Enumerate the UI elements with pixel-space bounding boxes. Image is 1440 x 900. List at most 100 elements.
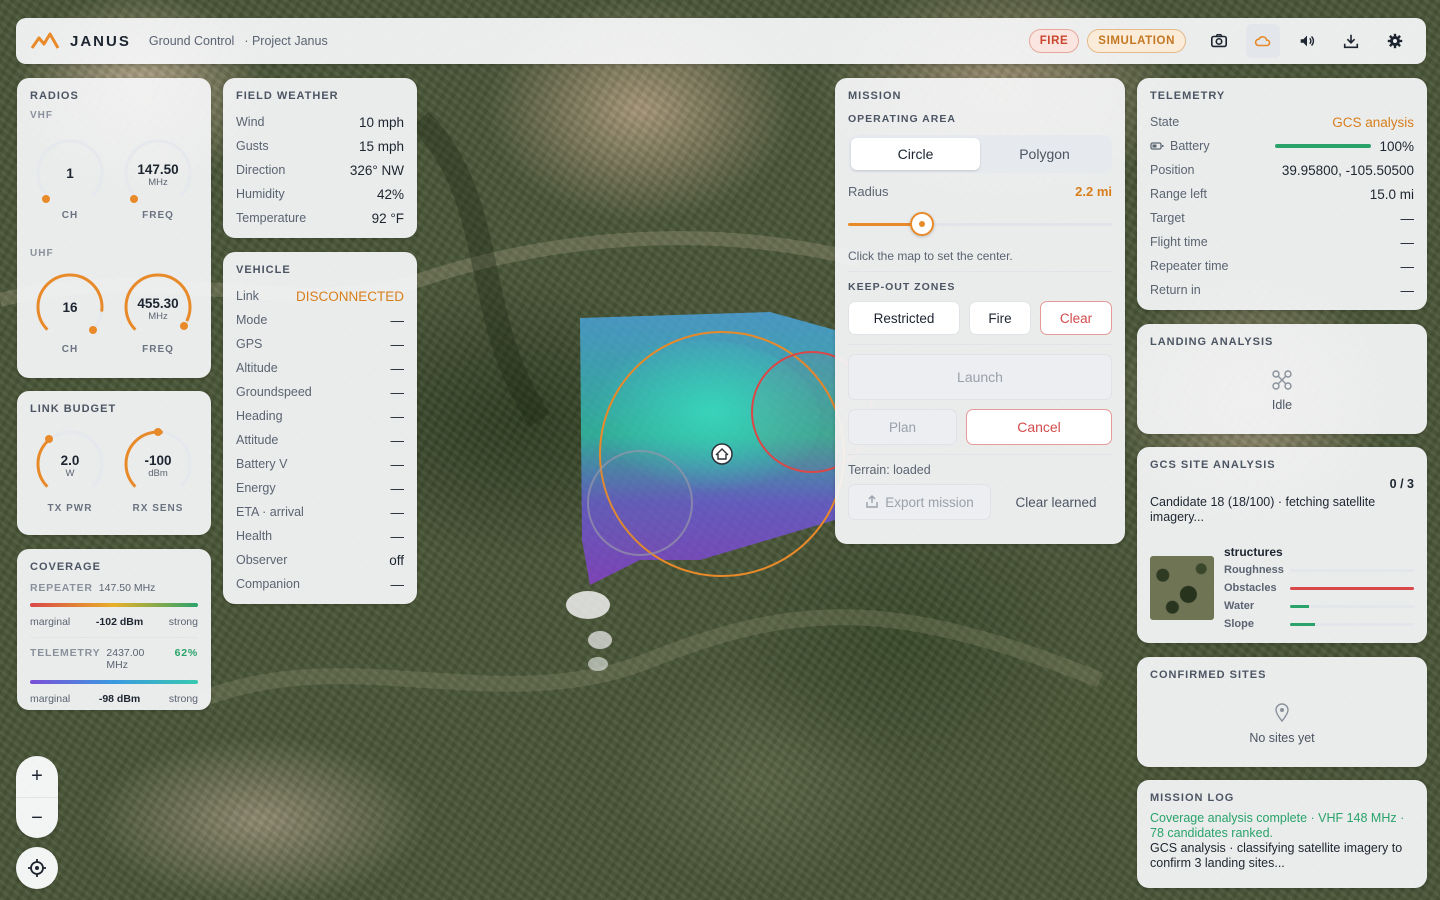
vhf-frequency-value: 147.50 — [137, 162, 179, 177]
radius-slider[interactable] — [848, 209, 1112, 239]
metric-label: Roughness — [1224, 564, 1284, 576]
telemetry-strong-label: strong — [168, 693, 198, 705]
repeater-signal-row: marginal -102 dBm strong — [30, 616, 198, 628]
ridge-line — [197, 609, 1103, 708]
simulation-badge[interactable]: SIMULATION — [1087, 29, 1186, 53]
telemetry-value: — — [1400, 234, 1415, 250]
repeater-strong-label: strong — [168, 616, 198, 628]
vehicle-row: Mode — — [236, 308, 404, 332]
weather-value: 42% — [376, 186, 404, 202]
metric-bar — [1290, 586, 1414, 590]
weather-row: Temperature 92 °F — [236, 206, 404, 230]
confirmed-sites-panel: CONFIRMED SITES No sites yet — [1137, 657, 1427, 767]
project-name: · Project Janus — [244, 34, 328, 48]
telemetry-row: Target — — [1150, 206, 1414, 230]
freq-label: FREQ — [142, 210, 174, 221]
classification-label: structures — [1224, 545, 1283, 559]
metric-bar-fill — [1290, 586, 1414, 590]
vhf-frequency-gauge[interactable]: 147.50 MHz FREQ — [119, 134, 197, 234]
telemetry-label: Target — [1150, 211, 1185, 225]
panel-title: CONFIRMED SITES — [1150, 669, 1267, 681]
settings-button[interactable] — [1378, 24, 1412, 58]
vhf-channel-value: 1 — [66, 166, 74, 181]
clear-zones-button[interactable]: Clear — [1040, 301, 1112, 335]
launch-button[interactable]: Launch — [848, 354, 1112, 400]
telemetry-label: Battery — [1170, 139, 1210, 153]
export-mission-button[interactable]: Export mission — [848, 484, 991, 520]
volume-icon — [1300, 35, 1315, 47]
panel-title: FIELD WEATHER — [236, 90, 339, 102]
weather-label: Wind — [236, 115, 265, 129]
rx-sensitivity-gauge[interactable]: -100 dBm RX SENS — [119, 425, 197, 525]
vehicle-row: GPS — — [236, 332, 404, 356]
panel-title: MISSION LOG — [1150, 792, 1235, 804]
logo-mark-icon — [30, 32, 60, 49]
vehicle-value: DISCONNECTED — [295, 288, 404, 304]
vehicle-label: Companion — [236, 577, 300, 591]
telemetry-row: Repeater time — — [1150, 254, 1414, 278]
zoom-in-button[interactable]: + — [16, 756, 58, 797]
plan-button[interactable]: Plan — [848, 409, 957, 445]
download-icon — [1343, 34, 1359, 49]
clear-learned-button[interactable]: Clear learned — [1000, 495, 1112, 510]
vehicle-row: Groundspeed — — [236, 380, 404, 404]
gcs-site-analysis-panel: GCS SITE ANALYSIS 0 / 3 Candidate 18 (18… — [1137, 447, 1427, 643]
map-hint: Click the map to set the center. — [848, 249, 1013, 263]
tx-power-gauge[interactable]: 2.0 W TX PWR — [31, 425, 109, 525]
slider-thumb[interactable] — [909, 212, 934, 236]
cloud — [588, 631, 612, 649]
metric-bar-fill — [1290, 604, 1309, 608]
weather-label: Gusts — [236, 139, 269, 153]
metric-label: Obstacles — [1224, 582, 1277, 594]
telemetry-header: TELEMETRY 2437.00 MHz 62% — [30, 647, 198, 671]
locate-button[interactable] — [16, 847, 58, 889]
telemetry-row: Range left 15.0 mi — [1150, 182, 1414, 206]
vhf-channel-gauge[interactable]: 1 CH — [31, 134, 109, 234]
vehicle-value: — — [390, 384, 405, 400]
telemetry-value: GCS analysis — [1332, 114, 1414, 130]
weather-button[interactable] — [1246, 24, 1280, 58]
zoom-out-button[interactable]: − — [16, 797, 58, 838]
export-icon — [866, 495, 878, 508]
vhf-label: VHF — [30, 110, 53, 121]
download-button[interactable] — [1334, 24, 1368, 58]
camera-button[interactable] — [1202, 24, 1236, 58]
log-entry: Coverage analysis complete · VHF 148 MHz… — [1150, 811, 1405, 840]
export-row: Export mission Clear learned — [848, 484, 1112, 520]
keepout-buttons: Restricted Fire Clear — [848, 301, 1112, 335]
panel-title: LANDING ANALYSIS — [1150, 336, 1274, 348]
telemetry-panel: TELEMETRY State GCS analysis Battery 100% Po… — [1137, 78, 1427, 310]
polygon-option[interactable]: Polygon — [980, 138, 1109, 170]
circle-option[interactable]: Circle — [851, 138, 980, 170]
cloud — [588, 657, 608, 671]
mission-panel: MISSION OPERATING AREA Circle Polygon Ra… — [835, 78, 1125, 544]
map-pin-icon — [1275, 703, 1289, 723]
uhf-frequency-gauge[interactable]: 455.30 MHz FREQ — [119, 268, 197, 368]
telemetry-value: 15.0 mi — [1369, 186, 1414, 202]
uhf-channel-gauge[interactable]: 16 CH — [31, 268, 109, 368]
vehicle-row: ETA · arrival — — [236, 500, 404, 524]
fire-mode-badge[interactable]: FIRE — [1028, 29, 1080, 53]
vehicle-value: off — [389, 552, 404, 568]
weather-label: Temperature — [236, 211, 307, 225]
weather-value: 326° NW — [349, 162, 404, 178]
vehicle-value: — — [390, 336, 405, 352]
vehicle-label: Heading — [236, 409, 283, 423]
tx-power-value: 2.0 — [60, 453, 80, 468]
weather-row: Humidity 42% — [236, 182, 404, 206]
battery-icon — [1150, 142, 1164, 150]
top-bar: JANUS Ground Control · Project Janus FIR… — [16, 18, 1426, 64]
restricted-zone-button[interactable]: Restricted — [848, 301, 960, 335]
drone-icon — [1272, 370, 1292, 390]
cancel-button[interactable]: Cancel — [966, 409, 1112, 445]
landing-status: Idle — [1271, 398, 1293, 412]
repeater-signal-scale — [30, 603, 198, 607]
weather-label: Humidity — [236, 187, 285, 201]
telemetry-row: Flight time — — [1150, 230, 1414, 254]
fire-zone-button[interactable]: Fire — [969, 301, 1031, 335]
analysis-status: Candidate 18 (18/100) · fetching satelli… — [1150, 495, 1376, 524]
vehicle-row: Heading — — [236, 404, 404, 428]
repeater-header: REPEATER 147.50 MHz — [30, 582, 198, 594]
sound-button[interactable] — [1290, 24, 1324, 58]
vehicle-label: Groundspeed — [236, 385, 312, 399]
